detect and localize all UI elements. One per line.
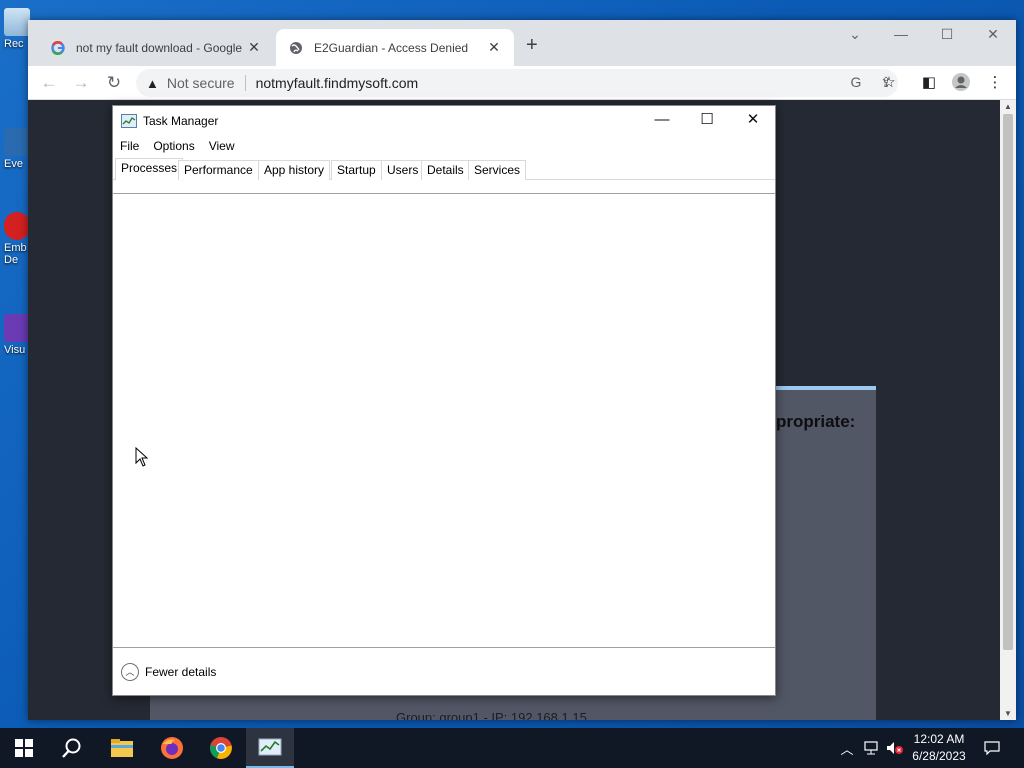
- warning-icon: ▲: [146, 75, 159, 91]
- file-explorer-button[interactable]: [98, 728, 146, 768]
- panel-heading: propriate:: [776, 412, 856, 431]
- tab-title: not my fault download - Google: [76, 40, 243, 55]
- clock-time: 12:02 AM: [913, 732, 965, 746]
- close-icon[interactable]: ✕: [246, 39, 262, 56]
- task-manager-taskbar-button[interactable]: [246, 728, 294, 768]
- globe-icon: [288, 40, 304, 56]
- notification-icon[interactable]: [980, 728, 1004, 768]
- network-icon[interactable]: [860, 728, 882, 768]
- scrollbar-thumb[interactable]: [1003, 114, 1013, 650]
- tab-strip: not my fault download - Google ✕ E2Guard…: [28, 20, 1016, 66]
- tab-title: E2Guardian - Access Denied: [314, 40, 469, 55]
- clock-date: 6/28/2023: [912, 749, 966, 763]
- tab-bar: Processes Performance App history Startu…: [113, 158, 775, 181]
- menu-kebab-icon[interactable]: ⋮: [984, 72, 1006, 94]
- close-icon[interactable]: ✕: [486, 39, 502, 56]
- volume-muted-icon[interactable]: [884, 728, 906, 768]
- forward-arrow-icon[interactable]: →: [70, 72, 92, 94]
- app-shortcut-icon: [4, 212, 30, 240]
- page-footer-text: Group: group1 - IP: 192.168.1.15: [396, 710, 587, 720]
- google-lens-icon[interactable]: G: [844, 74, 868, 90]
- chrome-icon: [210, 737, 232, 759]
- window-title: Task Manager: [143, 114, 219, 128]
- browser-toolbar: ← → ↻ ▲ Not secure notmyfault.findmysoft…: [28, 66, 1016, 100]
- search-button[interactable]: [48, 728, 96, 768]
- system-clock[interactable]: 12:02 AM 6/28/2023: [904, 731, 974, 765]
- minimize-button[interactable]: —: [639, 106, 685, 134]
- event-viewer-icon: [4, 128, 30, 156]
- firefox-icon: [161, 737, 183, 759]
- menu-file[interactable]: File: [113, 136, 146, 156]
- chevron-up-icon[interactable]: ︿: [121, 662, 139, 681]
- google-icon: [50, 40, 66, 56]
- back-arrow-icon[interactable]: ←: [38, 72, 60, 94]
- menu-bar: File Options View: [113, 136, 242, 156]
- tab-services[interactable]: Services: [468, 160, 527, 180]
- close-button[interactable]: ✕: [730, 106, 776, 134]
- chrome-button[interactable]: [197, 728, 245, 768]
- mouse-cursor-icon: [135, 447, 149, 467]
- chevron-up-icon[interactable]: ︿: [838, 728, 856, 768]
- start-button[interactable]: [0, 728, 48, 768]
- menu-options[interactable]: Options: [146, 136, 201, 156]
- new-tab-button[interactable]: +: [526, 34, 538, 57]
- task-manager-icon: [258, 738, 282, 756]
- recycle-bin-icon: [4, 8, 30, 36]
- address-bar[interactable]: ▲ Not secure notmyfault.findmysoft.com G…: [136, 69, 898, 97]
- taskbar: ︿ 12:02 AM 6/28/2023: [0, 728, 1024, 768]
- firefox-button[interactable]: [148, 728, 196, 768]
- browser-tab-2[interactable]: E2Guardian - Access Denied ✕: [276, 29, 514, 66]
- task-manager-window: Task Manager — ☐ ✕ File Options View Pro…: [112, 105, 776, 696]
- browser-tab-1[interactable]: not my fault download - Google ✕: [38, 29, 274, 66]
- task-manager-icon: [121, 114, 137, 128]
- close-window-button[interactable]: ✕: [978, 26, 1008, 43]
- scroll-down-icon[interactable]: ▼: [1000, 709, 1016, 718]
- footer-bar: ︿ Fewer details: [113, 647, 775, 695]
- search-icon: [62, 738, 81, 758]
- bookmark-star-icon[interactable]: ☆: [878, 72, 900, 94]
- start-icon: [15, 739, 33, 757]
- tab-details[interactable]: Details: [421, 160, 470, 180]
- tab-app-history[interactable]: App history: [258, 160, 331, 180]
- menu-view[interactable]: View: [202, 136, 242, 156]
- reload-icon[interactable]: ↻: [103, 72, 125, 94]
- tab-processes[interactable]: Processes: [115, 158, 184, 181]
- minimize-button[interactable]: —: [886, 26, 916, 42]
- visual-studio-icon: [4, 314, 30, 342]
- profile-avatar-icon[interactable]: [950, 72, 972, 94]
- tab-users[interactable]: Users: [381, 160, 425, 180]
- maximize-button[interactable]: ☐: [932, 26, 962, 43]
- file-explorer-icon: [111, 739, 133, 757]
- process-list[interactable]: [113, 194, 775, 647]
- tab-startup[interactable]: Startup: [331, 160, 382, 180]
- security-status[interactable]: Not secure: [167, 75, 246, 91]
- side-panel-icon[interactable]: ◧: [918, 72, 940, 94]
- url-text[interactable]: notmyfault.findmysoft.com: [246, 75, 419, 91]
- tab-performance[interactable]: Performance: [178, 160, 259, 180]
- tab-search-icon[interactable]: ⌄: [840, 26, 870, 43]
- fewer-details-link[interactable]: Fewer details: [145, 665, 216, 679]
- vertical-scrollbar[interactable]: ▲ ▼: [1000, 100, 1016, 720]
- scroll-up-icon[interactable]: ▲: [1000, 102, 1016, 111]
- maximize-button[interactable]: ☐: [684, 106, 730, 134]
